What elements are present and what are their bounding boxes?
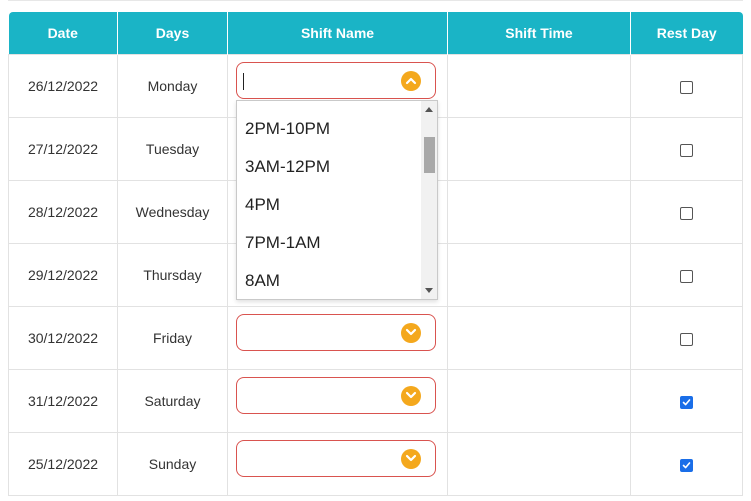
scrollbar-thumb[interactable] xyxy=(424,137,435,173)
dropdown-option[interactable]: 8AM xyxy=(245,271,280,291)
date-cell: 31/12/2022 xyxy=(8,369,118,433)
rest-day-checkbox[interactable] xyxy=(680,206,693,220)
day-cell: Wednesday xyxy=(117,180,228,244)
day-cell: Sunday xyxy=(117,432,228,496)
rest-day-cell xyxy=(630,432,743,496)
top-divider xyxy=(8,0,743,1)
date-cell: 27/12/2022 xyxy=(8,117,118,181)
rest-day-checkbox[interactable] xyxy=(680,143,693,157)
date-cell: 28/12/2022 xyxy=(8,180,118,244)
table-row: 31/12/2022 Saturday xyxy=(8,369,743,433)
rest-day-checkbox[interactable] xyxy=(680,269,693,283)
date-cell: 26/12/2022 xyxy=(8,54,118,118)
shift-name-dropdown-list[interactable]: 2PM-10PM 3AM-12PM 4PM 7PM-1AM 8AM xyxy=(236,100,438,300)
column-header-shift-name: Shift Name xyxy=(227,12,448,55)
shift-name-select[interactable] xyxy=(236,62,436,99)
day-cell: Tuesday xyxy=(117,117,228,181)
shift-name-cell xyxy=(227,369,448,433)
rest-day-cell xyxy=(630,369,743,433)
shift-time-cell xyxy=(447,54,631,118)
scroll-up-arrow-icon[interactable] xyxy=(425,107,433,112)
day-cell: Friday xyxy=(117,306,228,370)
rest-day-checkbox[interactable] xyxy=(680,332,693,346)
shift-time-cell xyxy=(447,306,631,370)
shift-name-select[interactable] xyxy=(236,377,436,414)
rest-day-checkbox[interactable] xyxy=(680,395,693,409)
rest-day-cell xyxy=(630,54,743,118)
date-cell: 29/12/2022 xyxy=(8,243,118,307)
chevron-down-icon[interactable] xyxy=(401,449,421,469)
dropdown-scrollbar[interactable] xyxy=(421,101,437,299)
rest-day-cell xyxy=(630,117,743,181)
date-cell: 25/12/2022 xyxy=(8,432,118,496)
day-cell: Thursday xyxy=(117,243,228,307)
text-cursor xyxy=(243,73,244,90)
chevron-up-icon[interactable] xyxy=(401,71,421,91)
rest-day-cell xyxy=(630,306,743,370)
shift-name-select[interactable] xyxy=(236,314,436,351)
shift-name-cell xyxy=(227,306,448,370)
column-header-rest-day: Rest Day xyxy=(630,12,743,55)
shift-name-select[interactable] xyxy=(236,440,436,477)
column-header-shift-time: Shift Time xyxy=(447,12,631,55)
day-cell: Monday xyxy=(117,54,228,118)
table-row: 25/12/2022 Sunday xyxy=(8,432,743,496)
shift-time-cell xyxy=(447,117,631,181)
scroll-down-arrow-icon[interactable] xyxy=(425,288,433,293)
dropdown-option[interactable]: 4PM xyxy=(245,195,280,215)
dropdown-option[interactable]: 3AM-12PM xyxy=(245,157,330,177)
rest-day-checkbox[interactable] xyxy=(680,458,693,472)
shift-time-cell xyxy=(447,432,631,496)
table-row: 30/12/2022 Friday xyxy=(8,306,743,370)
chevron-down-icon[interactable] xyxy=(401,323,421,343)
dropdown-option[interactable]: 7PM-1AM xyxy=(245,233,321,253)
chevron-down-icon[interactable] xyxy=(401,386,421,406)
shift-name-cell xyxy=(227,432,448,496)
shift-time-cell xyxy=(447,243,631,307)
shift-time-cell xyxy=(447,180,631,244)
day-cell: Saturday xyxy=(117,369,228,433)
dropdown-option[interactable]: 2PM-10PM xyxy=(245,119,330,139)
column-header-days: Days xyxy=(117,12,228,55)
rest-day-checkbox[interactable] xyxy=(680,80,693,94)
date-cell: 30/12/2022 xyxy=(8,306,118,370)
rest-day-cell xyxy=(630,180,743,244)
rest-day-cell xyxy=(630,243,743,307)
table-header-row: Date Days Shift Name Shift Time Rest Day xyxy=(8,12,743,55)
shift-time-cell xyxy=(447,369,631,433)
column-header-date: Date xyxy=(8,12,118,55)
